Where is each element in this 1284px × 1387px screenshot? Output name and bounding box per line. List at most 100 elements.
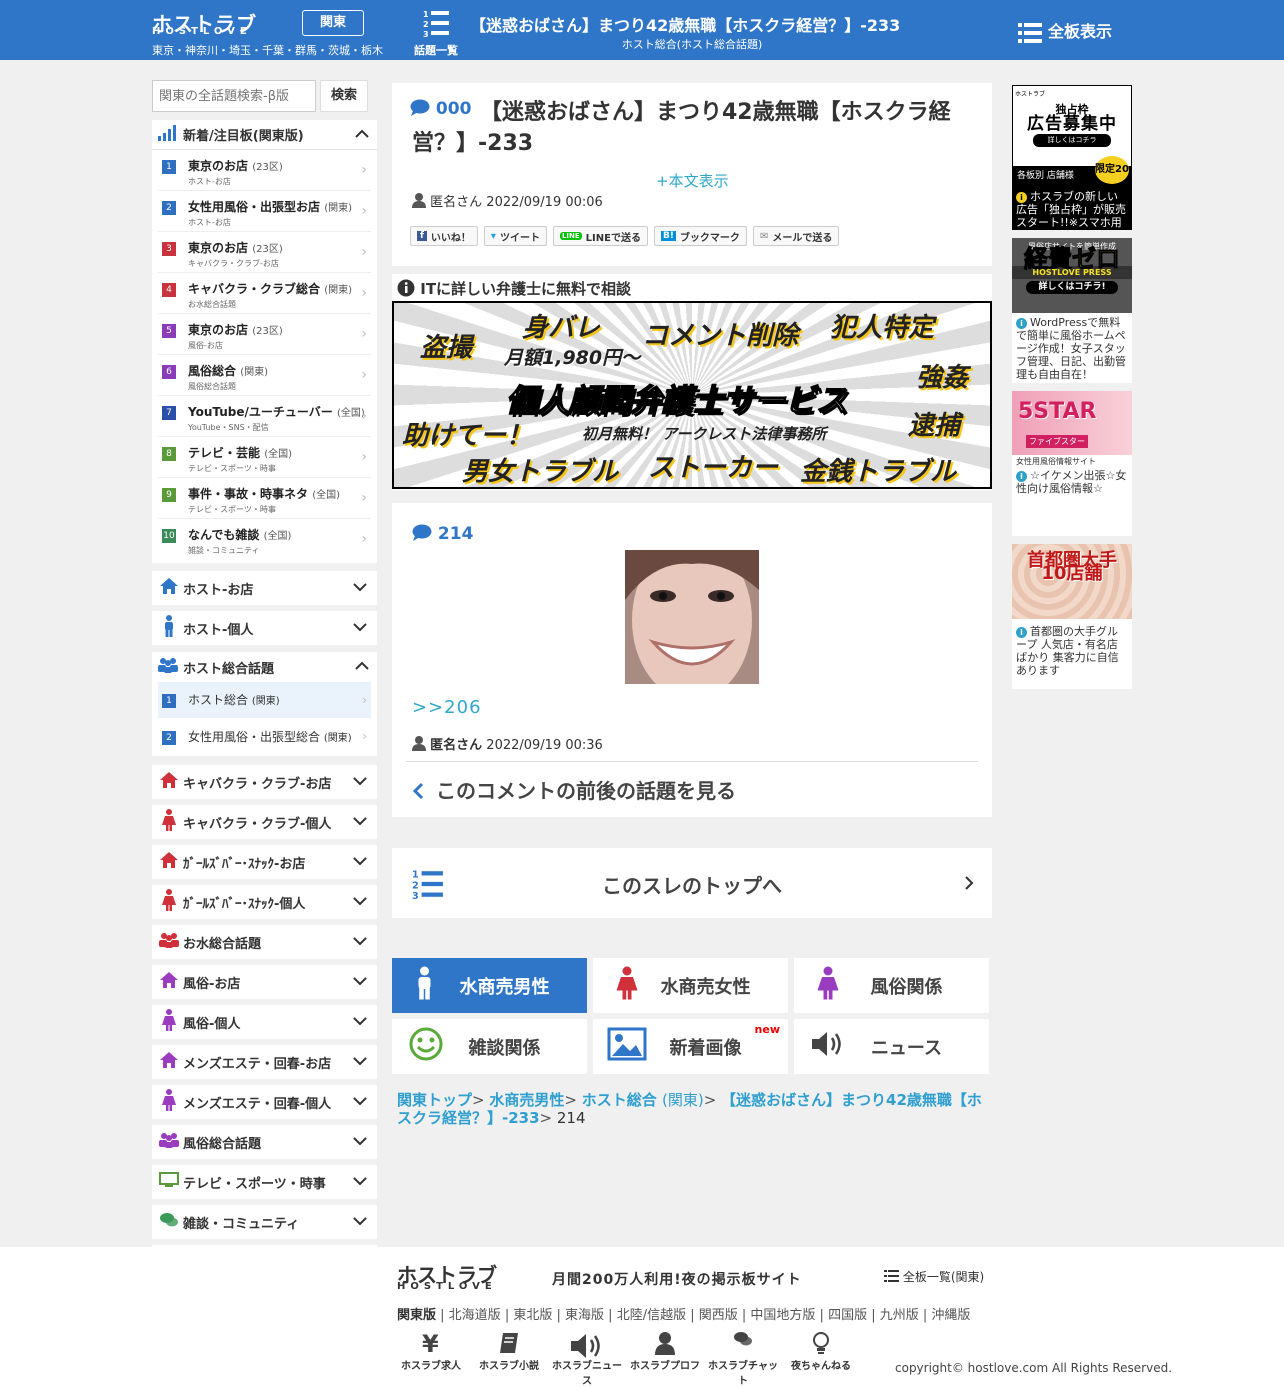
ad-hostlove-press[interactable]: 風俗店サイトを簡単作成 経費ゼロ HOSTLOVE PRESS 詳しくはコチラ!… bbox=[1012, 238, 1132, 383]
nav-tile[interactable]: ニュース bbox=[794, 1019, 989, 1074]
chevron-down-icon[interactable] bbox=[353, 855, 367, 870]
ranking-item[interactable]: 10 なんでも雑談 (全国) 雑談・コミュニティ › bbox=[158, 519, 371, 560]
breadcrumb-board[interactable]: ホスト総合 bbox=[582, 1091, 657, 1109]
sidebar-category[interactable]: 風俗-お店 bbox=[152, 965, 377, 999]
context-link[interactable]: このコメントの前後の話題を見る bbox=[412, 775, 736, 804]
reply-link[interactable]: >>206 bbox=[412, 697, 482, 718]
all-boards-button[interactable]: 全板表示 bbox=[1018, 18, 1112, 43]
ranking-item[interactable]: 3 東京のお店 (23区) キャバクラ・クラブ-お店 › bbox=[158, 232, 371, 273]
chevron-down-icon[interactable] bbox=[353, 1055, 367, 1070]
sidebar-category[interactable]: テレビ・スポーツ・時事 bbox=[152, 1165, 377, 1199]
footer-region-link[interactable]: 関西版 bbox=[699, 1308, 738, 1323]
tweet-button[interactable]: ▾ ツイート bbox=[483, 226, 547, 246]
chevron-down-icon[interactable] bbox=[353, 1175, 367, 1190]
footer-link[interactable]: ホスラブプロフ bbox=[626, 1331, 704, 1387]
facebook-like-button[interactable]: f いいね！ bbox=[410, 226, 478, 246]
sidebar-category[interactable]: ホスト-個人 bbox=[152, 611, 377, 645]
ad-exclusive[interactable]: ホストラブ 独占枠 広告募集中 詳しくはコチラ 各板別 店舗様 限定20枠 iホ… bbox=[1012, 85, 1132, 230]
search-button[interactable]: 検索 bbox=[320, 80, 368, 112]
chevron-up-icon[interactable] bbox=[355, 660, 369, 675]
breadcrumb-category[interactable]: 水商売男性 bbox=[489, 1091, 564, 1109]
footer-link[interactable]: 夜ちゃんねる bbox=[782, 1331, 860, 1387]
footer-region-link[interactable]: 北陸/信越版 bbox=[617, 1308, 686, 1323]
ranking-item[interactable]: 6 風俗総合 (関東) 風俗総合話題 › bbox=[158, 355, 371, 396]
footer-link[interactable]: ¥ ホスラブ求人 bbox=[392, 1330, 470, 1387]
search-input[interactable] bbox=[152, 80, 316, 112]
mail-button[interactable]: ✉ メールで送る bbox=[752, 226, 840, 246]
topics-list-label[interactable]: 話題一覧 bbox=[414, 42, 458, 58]
ranking-item[interactable]: 2 女性用風俗・出張型お店 (関東) ホスト-お店 › bbox=[158, 191, 371, 232]
nav-tile[interactable]: 新着画像 new bbox=[593, 1019, 788, 1074]
footer-region-link[interactable]: 関東版 bbox=[397, 1308, 436, 1323]
sidebar-category[interactable]: キャバクラ・クラブ-個人 bbox=[152, 805, 377, 839]
comment-image[interactable] bbox=[625, 550, 759, 684]
nav-tile[interactable]: 水商売男性 bbox=[392, 958, 587, 1013]
nav-tile[interactable]: 風俗関係 bbox=[794, 958, 989, 1013]
ranking-item-sub: 雑談・コミュニティ bbox=[188, 546, 260, 555]
chevron-down-icon[interactable] bbox=[353, 1215, 367, 1230]
tv-icon bbox=[158, 1172, 180, 1192]
ranking-item[interactable]: 8 テレビ・芸能 (全国) テレビ・スポーツ・時事 › bbox=[158, 437, 371, 478]
footer-links: ¥ ホスラブ求人 ホスラブ小説 ホスラブニュース ホスラブプロフ ホスラブチャット 夜ちゃん… bbox=[392, 1330, 860, 1387]
ranking-item[interactable]: 7 YouTube/ユーチューバー (全国) YouTube・SNS・配信 › bbox=[158, 396, 371, 437]
ranking-header[interactable]: 新着/注目板(関東版) bbox=[152, 120, 377, 150]
sidebar-item-host-general[interactable]: 1 ホスト総合 (関東) › bbox=[158, 682, 371, 718]
sidebar-category[interactable]: ホスト-お店 bbox=[152, 571, 377, 605]
ranking-item[interactable]: 4 キャバクラ・クラブ総合 (関東) お水総合話題 › bbox=[158, 273, 371, 314]
chevron-down-icon[interactable] bbox=[353, 1095, 367, 1110]
sidebar-category[interactable]: お水総合話題 bbox=[152, 925, 377, 959]
footer-link[interactable]: ホスラブチャット bbox=[704, 1331, 782, 1387]
chevron-down-icon[interactable] bbox=[353, 1135, 367, 1150]
footer-region-link[interactable]: 沖縄版 bbox=[931, 1308, 970, 1323]
footer-region-link[interactable]: 中国地方版 bbox=[750, 1308, 815, 1323]
breadcrumb-top[interactable]: 関東トップ bbox=[397, 1091, 472, 1109]
thread-top-button[interactable]: 123 このスレのトップへ bbox=[392, 848, 992, 918]
woman-icon bbox=[158, 1009, 180, 1035]
chevron-down-icon[interactable] bbox=[353, 815, 367, 830]
bookmark-button[interactable]: B! ブックマーク bbox=[653, 226, 747, 246]
line-button[interactable]: LINE LINEで送る bbox=[552, 226, 648, 246]
ranking-item[interactable]: 5 東京のお店 (23区) 風俗-お店 › bbox=[158, 314, 371, 355]
chevron-down-icon[interactable] bbox=[353, 581, 367, 596]
ad-shutoken[interactable]: 首都圏大手 10店舗 i 首都圏の大手グループ 人気店・有名店ばかり 集客力に自信… bbox=[1012, 544, 1132, 689]
chevron-down-icon[interactable] bbox=[353, 975, 367, 990]
sidebar-category[interactable]: ｶﾞｰﾙｽﾞﾊﾞｰ･ｽﾅｯｸ-個人 bbox=[152, 885, 377, 919]
footer-region-link[interactable]: 北海道版 bbox=[449, 1308, 501, 1323]
region-button[interactable]: 関東 bbox=[302, 10, 364, 36]
sidebar-category[interactable]: 風俗総合話題 bbox=[152, 1125, 377, 1159]
sidebar-item-womens-fuzoku[interactable]: 2 女性用風俗・出張型総合 (関東) › bbox=[158, 718, 371, 754]
chevron-down-icon[interactable] bbox=[353, 1015, 367, 1030]
chevron-down-icon[interactable] bbox=[353, 775, 367, 790]
footer-region-link[interactable]: 東海版 bbox=[565, 1308, 604, 1323]
footer-logo-sub: HOSTLOVE bbox=[397, 1281, 497, 1292]
sidebar-category[interactable]: 風俗-個人 bbox=[152, 1005, 377, 1039]
nav-tile[interactable]: 雑談関係 bbox=[392, 1019, 587, 1074]
chevron-right-icon: › bbox=[361, 203, 367, 219]
sidebar-category[interactable]: ｶﾞｰﾙｽﾞﾊﾞｰ･ｽﾅｯｸ-お店 bbox=[152, 845, 377, 879]
sidebar-category[interactable]: キャバクラ・クラブ-お店 bbox=[152, 765, 377, 799]
sidebar-category[interactable]: メンズエステ・回春-お店 bbox=[152, 1045, 377, 1079]
host-general-header[interactable]: ホスト総合話題 bbox=[152, 652, 377, 682]
ad-5star[interactable]: 5STAR ファイブスター 女性用風俗情報サイト i ☆イケメン出張☆女性向け風俗… bbox=[1012, 391, 1132, 536]
sidebar-category[interactable]: 雑談・コミュニティ bbox=[152, 1205, 377, 1239]
footer-link[interactable]: ホスラブニュース bbox=[548, 1331, 626, 1387]
lawyer-banner[interactable]: 身バレ コメント削除 犯人特定 盗撮 月額1,980円〜 強姦 個人顧問弁護士サ… bbox=[392, 301, 992, 489]
chevron-down-icon[interactable] bbox=[353, 621, 367, 636]
rank-number: 1 bbox=[162, 160, 176, 174]
category-label: メンズエステ・回春-お店 bbox=[183, 1056, 332, 1072]
show-body-link[interactable]: +本文表示 bbox=[656, 170, 729, 191]
footer-region-link[interactable]: 東北版 bbox=[513, 1308, 552, 1323]
chevron-down-icon[interactable] bbox=[353, 895, 367, 910]
chevron-up-icon[interactable] bbox=[355, 128, 369, 143]
footer-region-link[interactable]: 四国版 bbox=[828, 1308, 867, 1323]
nav-tile[interactable]: 水商売女性 bbox=[593, 958, 788, 1013]
footer-board-list[interactable]: 全板一覧(関東) bbox=[884, 1268, 984, 1285]
lawyer-ad[interactable]: ITに詳しい弁護士に無料で相談 身バレ コメント削除 犯人特定 盗撮 月額1,9… bbox=[392, 274, 992, 490]
ranking-item[interactable]: 1 東京のお店 (23区) ホスト-お店 › bbox=[158, 150, 371, 191]
footer-region-link[interactable]: 九州版 bbox=[880, 1308, 919, 1323]
sidebar-category[interactable]: メンズエステ・回春-個人 bbox=[152, 1085, 377, 1119]
chevron-down-icon[interactable] bbox=[353, 935, 367, 950]
ranking-item[interactable]: 9 事件・事故・時事ネタ (全国) テレビ・スポーツ・時事 › bbox=[158, 478, 371, 519]
footer-link[interactable]: ホスラブ小説 bbox=[470, 1331, 548, 1387]
topics-list-icon[interactable]: 123 bbox=[414, 8, 458, 42]
